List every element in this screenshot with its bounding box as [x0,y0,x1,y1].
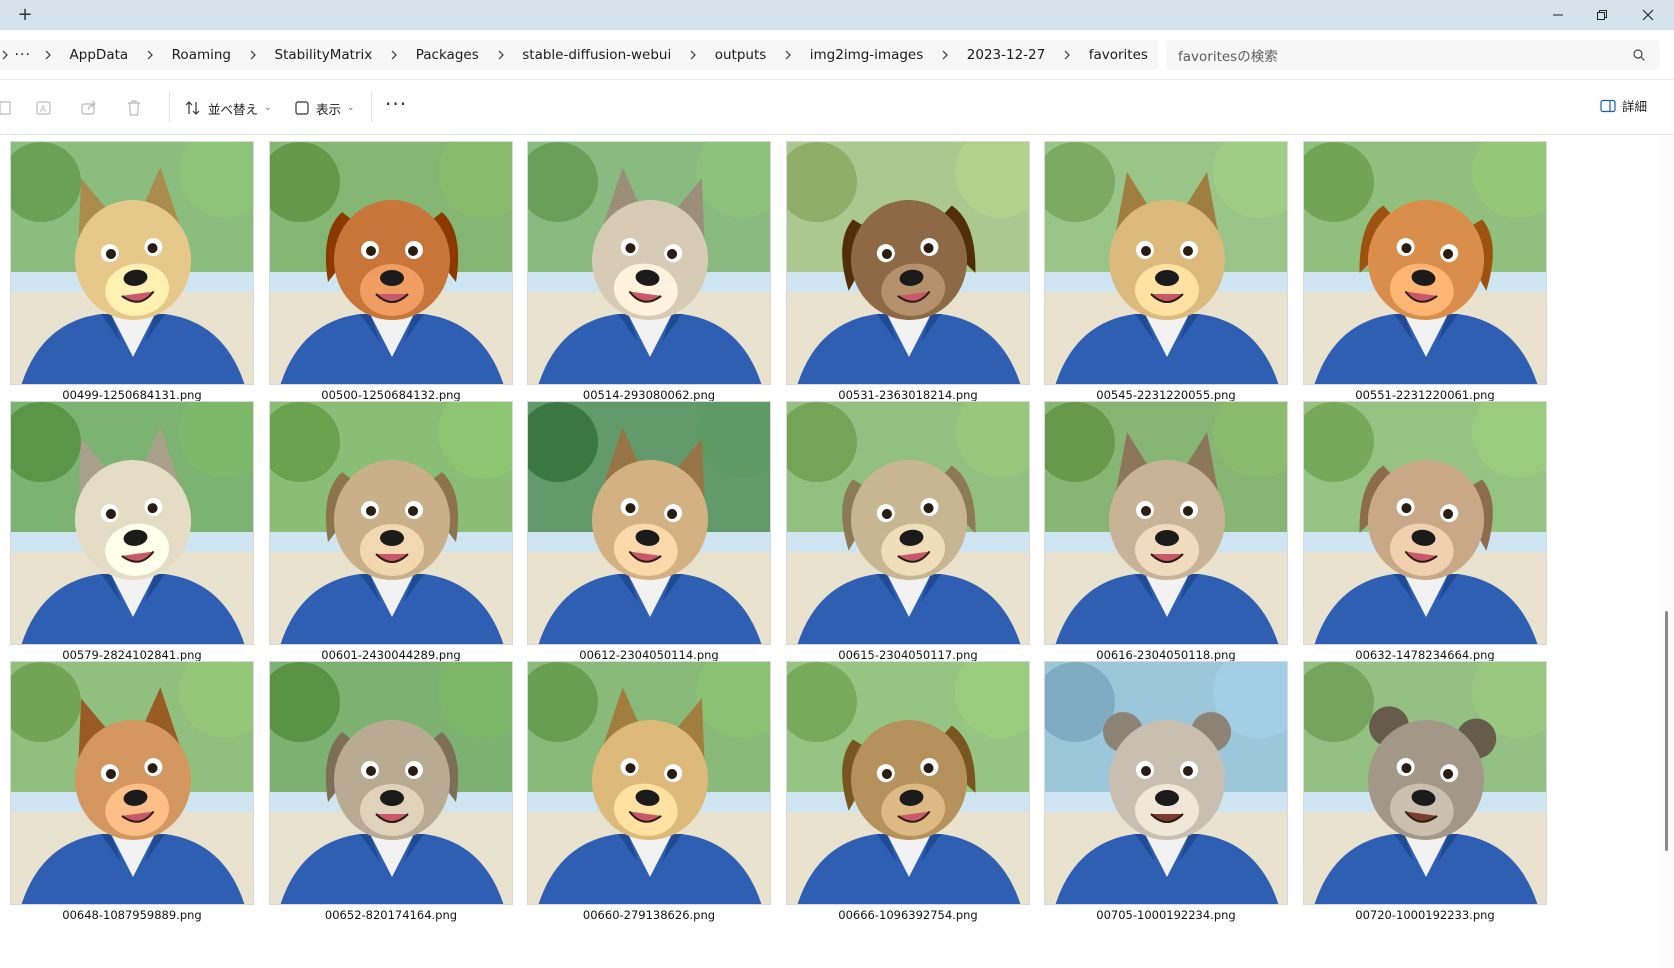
minimize-icon [1553,14,1563,16]
breadcrumb-item[interactable]: outputs [705,47,777,63]
toolbar-divider [169,92,170,122]
file-item[interactable]: 00666-1096392754.png [776,656,1052,931]
chevron-right-icon[interactable] [382,50,406,60]
command-bar: A 並べ替え ⌄ 表示 ⌄ ··· 詳細 [0,80,1674,135]
details-label: 詳細 [1622,99,1648,114]
file-item[interactable]: 00648-1087959889.png [0,656,276,931]
dog-thumbnail[interactable] [786,141,1030,385]
share-icon[interactable] [77,96,101,120]
file-item[interactable]: 00514-293080062.png [517,136,793,411]
chevron-right-icon[interactable] [36,50,60,60]
chevron-right-icon[interactable] [1055,50,1079,60]
breadcrumb[interactable]: ··· AppData Roaming StabilityMatrix Package… [0,40,1158,70]
file-item[interactable]: 00579-2824102841.png [0,396,276,671]
bear-thumbnail[interactable] [1303,661,1547,905]
chevron-right-icon[interactable] [776,50,800,60]
file-name[interactable]: 00660-279138626.png [517,908,781,922]
dog-thumbnail[interactable] [1303,401,1547,645]
close-icon [1642,9,1654,21]
chevron-right-icon[interactable] [681,50,705,60]
file-item[interactable]: 00616-2304050118.png [1034,396,1310,671]
file-item[interactable]: 00551-2231220061.png [1293,136,1569,411]
breadcrumb-item[interactable]: favorites [1079,47,1158,63]
chevron-right-icon[interactable] [241,50,265,60]
file-name[interactable]: 00648-1087959889.png [0,908,264,922]
minimize-button[interactable] [1536,0,1580,30]
details-pane-button[interactable]: 詳細 [1600,96,1647,115]
file-name[interactable]: 00652-820174164.png [259,908,523,922]
sort-button[interactable]: 並べ替え ⌄ [184,95,272,121]
file-name[interactable]: 00720-1000192233.png [1293,908,1557,922]
dog-thumbnail[interactable] [10,141,254,385]
file-item[interactable]: 00601-2430044289.png [259,396,535,671]
file-item[interactable]: 00545-2231220055.png [1034,136,1310,411]
bear-thumbnail[interactable] [1044,661,1288,905]
view-button[interactable]: 表示 ⌄ [294,95,355,121]
maximize-button[interactable] [1580,0,1624,30]
more-options-button[interactable]: ··· [385,94,407,114]
chevron-right-icon[interactable] [489,50,513,60]
file-item[interactable]: 00660-279138626.png [517,656,793,931]
dog-thumbnail[interactable] [269,661,513,905]
breadcrumb-item[interactable]: Packages [406,47,489,63]
chevron-down-icon: ⌄ [347,103,355,113]
address-row: ··· AppData Roaming StabilityMatrix Package… [0,30,1674,80]
file-item[interactable]: 00720-1000192233.png [1293,656,1569,931]
file-grid: 00499-1250684131.png 00500-1250684132.png… [0,136,1660,968]
search-placeholder: favoritesの検索 [1178,49,1278,65]
file-name[interactable]: 00705-1000192234.png [1034,908,1298,922]
file-item[interactable]: 00499-1250684131.png [0,136,276,411]
delete-icon[interactable] [122,96,146,120]
file-item[interactable]: 00632-1478234664.png [1293,396,1569,671]
dog-thumbnail[interactable] [786,401,1030,645]
file-item[interactable]: 00531-2363018214.png [776,136,1052,411]
file-item[interactable]: 00615-2304050117.png [776,396,1052,671]
dog-thumbnail[interactable] [786,661,1030,905]
breadcrumb-more-button[interactable]: ··· [9,47,36,63]
dog-thumbnail[interactable] [527,141,771,385]
chevron-right-icon[interactable] [933,50,957,60]
toolbar-divider [371,92,372,122]
chevron-right-icon[interactable] [138,50,162,60]
restore-icon [1597,10,1607,20]
view-label: 表示 [316,101,342,117]
file-name[interactable]: 00666-1096392754.png [776,908,1040,922]
scrollbar-thumb[interactable] [1665,611,1668,851]
file-item[interactable]: 00652-820174164.png [259,656,535,931]
breadcrumb-item[interactable]: StabilityMatrix [265,47,383,63]
title-bar: + [0,0,1674,30]
close-button[interactable] [1626,0,1670,30]
file-item[interactable]: 00500-1250684132.png [259,136,535,411]
dog-thumbnail[interactable] [1044,141,1288,385]
details-pane-icon [1600,99,1616,112]
svg-text:A: A [40,105,47,115]
dog-thumbnail[interactable] [269,401,513,645]
view-icon [295,101,309,115]
new-tab-button[interactable]: + [14,4,36,26]
breadcrumb-item[interactable]: 2023-12-27 [957,47,1055,63]
vertical-scrollbar[interactable] [1660,136,1674,968]
dog-thumbnail[interactable] [527,661,771,905]
sort-label: 並べ替え [208,101,259,117]
sort-icon [185,101,200,115]
search-input[interactable]: favoritesの検索 [1166,40,1660,70]
breadcrumb-item[interactable]: AppData [60,47,139,63]
copy-icon[interactable] [0,96,18,120]
search-icon[interactable] [1632,48,1646,62]
rename-icon[interactable]: A [32,96,56,120]
dog-thumbnail[interactable] [1303,141,1547,385]
dog-thumbnail[interactable] [527,401,771,645]
dog-thumbnail[interactable] [10,401,254,645]
dog-thumbnail[interactable] [269,141,513,385]
breadcrumb-item[interactable]: Roaming [162,47,241,63]
file-item[interactable]: 00612-2304050114.png [517,396,793,671]
chevron-right-icon [0,50,9,60]
breadcrumb-item[interactable]: stable-diffusion-webui [512,47,681,63]
file-item[interactable]: 00705-1000192234.png [1034,656,1310,931]
chevron-down-icon: ⌄ [264,103,272,113]
dog-thumbnail[interactable] [1044,401,1288,645]
breadcrumb-item[interactable]: img2img-images [800,47,933,63]
dog-thumbnail[interactable] [10,661,254,905]
